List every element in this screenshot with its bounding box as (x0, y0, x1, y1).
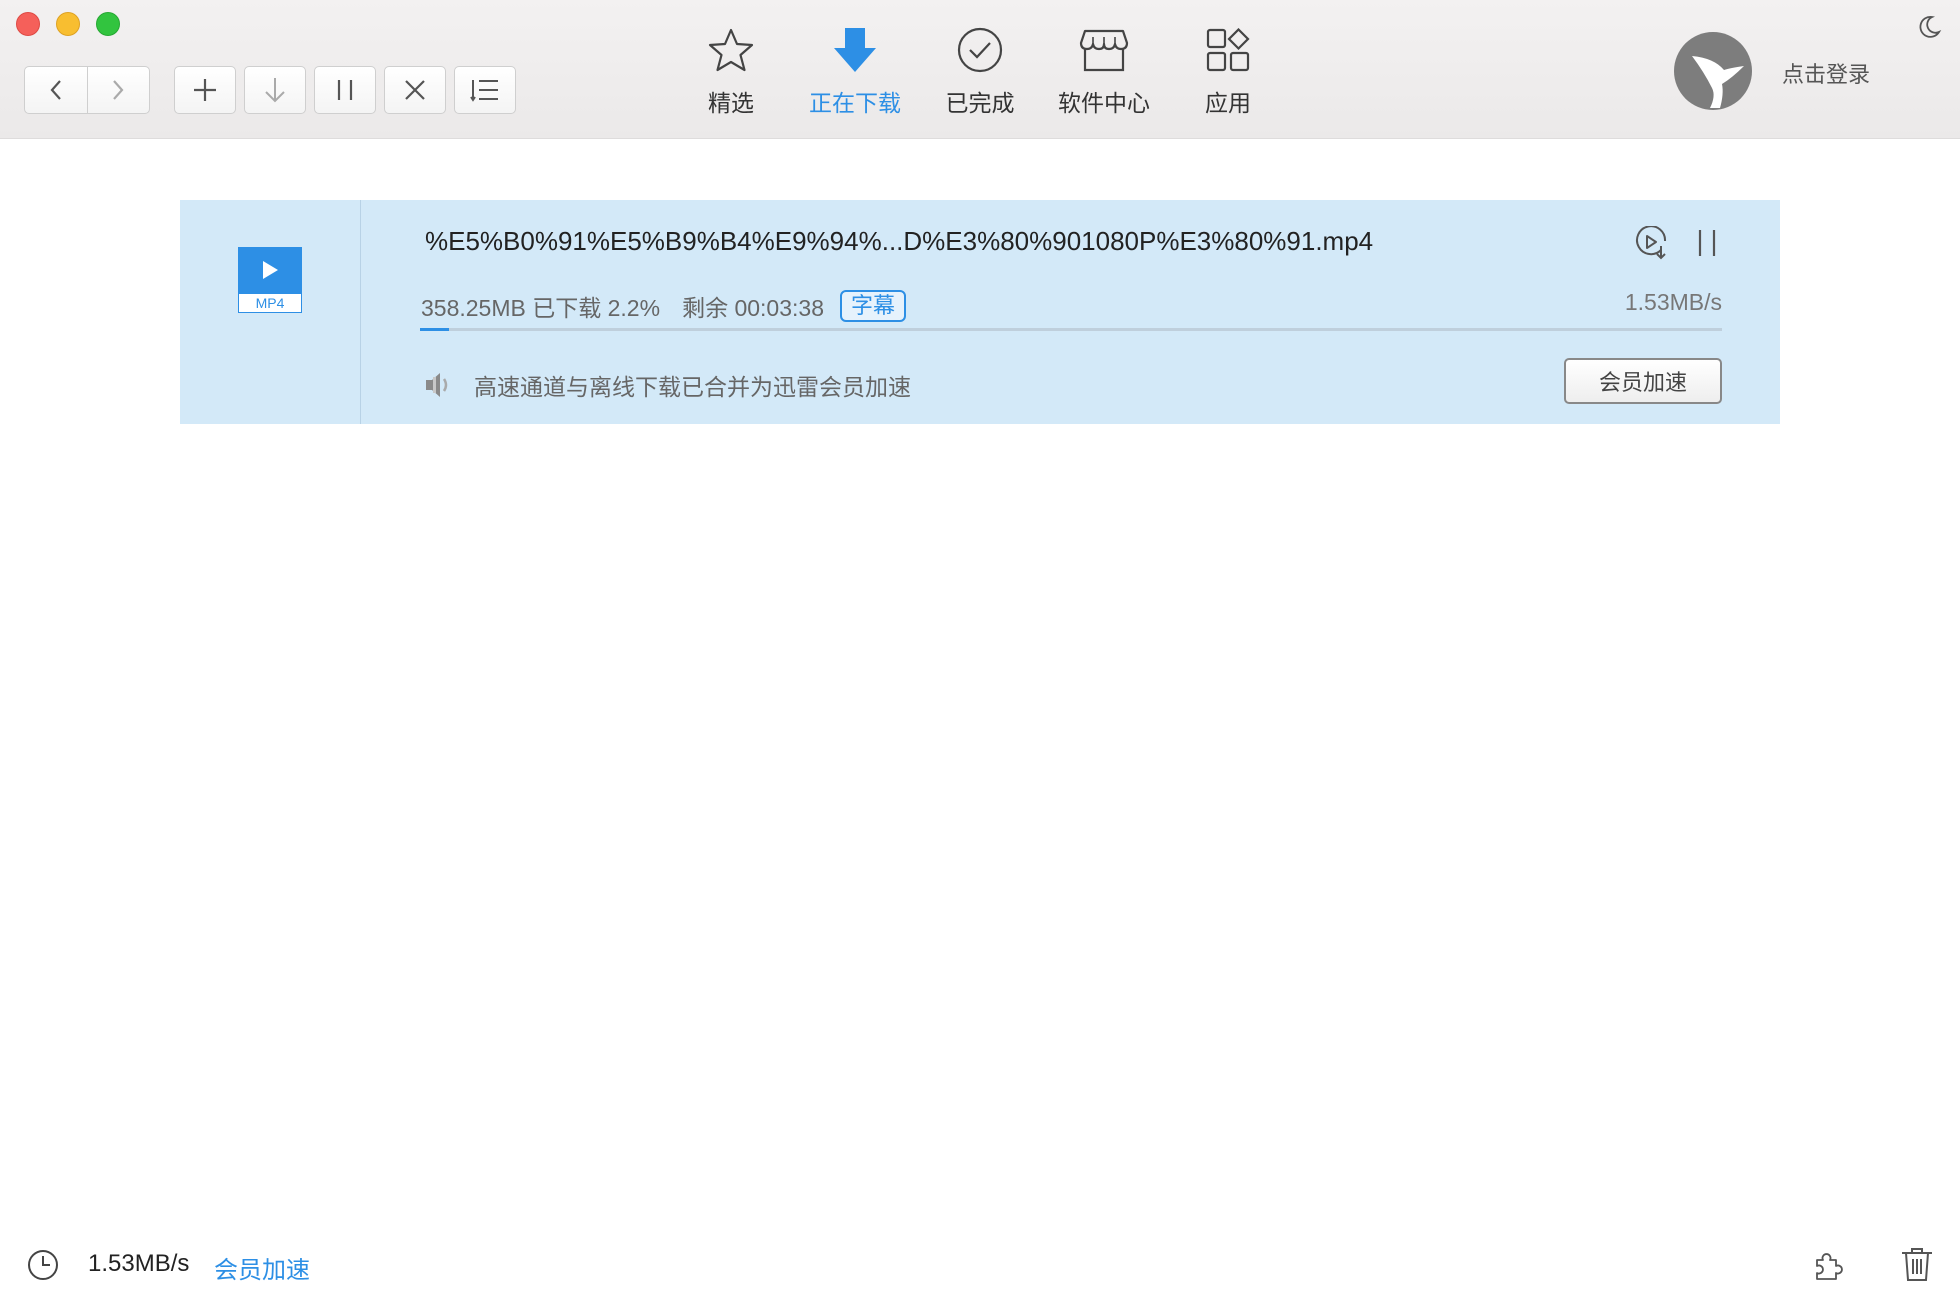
trash-button[interactable] (1900, 1246, 1934, 1287)
back-button[interactable] (25, 67, 87, 113)
tab-featured[interactable]: 精选 (676, 26, 786, 118)
toolbar: 精选 正在下载 已完成 软件中心 应用 点击登录 (0, 0, 1960, 139)
tab-apps-label: 应用 (1205, 90, 1251, 116)
file-type-column: MP4 (180, 200, 361, 424)
check-circle-icon (957, 27, 1003, 73)
arrow-down-icon (265, 78, 285, 103)
plugin-button[interactable] (1812, 1246, 1848, 1287)
status-bar: 1.53MB/s 会员加速 (0, 1226, 1960, 1300)
tab-completed[interactable]: 已完成 (925, 26, 1035, 118)
tab-software-center-label: 软件中心 (1058, 90, 1150, 116)
remaining-time: 剩余 00:03:38 (682, 295, 824, 321)
progress-bar-fill (420, 328, 449, 331)
task-actions (1634, 226, 1718, 260)
subtitle-tag[interactable]: 字幕 (839, 290, 906, 322)
delete-button[interactable] (384, 66, 446, 114)
apps-grid-icon (1206, 28, 1250, 72)
new-task-button[interactable] (174, 66, 236, 114)
star-icon (708, 28, 754, 72)
speaker-icon (426, 373, 448, 397)
download-speed: 1.53MB/s (1624, 289, 1722, 315)
store-icon (1079, 29, 1129, 72)
tab-featured-label: 精选 (708, 90, 754, 116)
status-speed: 1.53MB/s (88, 1250, 190, 1277)
window-close-button[interactable] (16, 12, 40, 36)
puzzle-icon (1816, 1253, 1843, 1280)
chevron-right-icon (113, 80, 124, 100)
close-x-icon (405, 80, 425, 100)
trash-icon (1902, 1248, 1932, 1281)
sort-list-button[interactable] (454, 66, 516, 114)
download-task-row[interactable]: MP4 %E5%B0%91%E5%B9%B4%E9%94%...D%E3%80%… (180, 200, 1780, 424)
chevron-left-icon (50, 80, 61, 100)
download-arrow-icon (834, 28, 876, 72)
dark-mode-toggle[interactable] (1916, 14, 1942, 45)
pause-icon (337, 80, 353, 100)
tab-downloading-label: 正在下载 (809, 90, 901, 116)
play-icon (263, 261, 278, 279)
status-vip-link[interactable]: 会员加速 (214, 1250, 310, 1285)
mp4-file-icon: MP4 (238, 247, 302, 313)
progress-bar (420, 328, 1722, 331)
file-name: %E5%B0%91%E5%B9%B4%E9%94%...D%E3%80%9010… (425, 226, 1374, 256)
pause-button[interactable] (314, 66, 376, 114)
task-meta: 358.25MB 已下载 2.2% 剩余 00:03:38 字幕 (421, 289, 906, 323)
pause-task-icon[interactable] (1696, 228, 1718, 258)
history-nav (24, 66, 150, 114)
login-link[interactable]: 点击登录 (1782, 57, 1870, 89)
accelerate-notice: 高速通道与离线下载已合并为迅雷会员加速 (424, 368, 911, 402)
tab-software-center[interactable]: 软件中心 (1049, 26, 1159, 118)
bird-logo-icon (1692, 56, 1744, 108)
start-download-button[interactable] (244, 66, 306, 114)
tab-apps[interactable]: 应用 (1173, 26, 1283, 118)
window-minimize-button[interactable] (56, 12, 80, 36)
play-while-download-icon[interactable] (1634, 226, 1668, 260)
plus-icon (194, 79, 216, 101)
speed-limit-button[interactable] (26, 1248, 60, 1287)
tab-completed-label: 已完成 (945, 90, 1015, 116)
tab-downloading[interactable]: 正在下载 (800, 26, 910, 118)
window-zoom-button[interactable] (96, 12, 120, 36)
forward-button[interactable] (86, 67, 150, 113)
notice-text: 高速通道与离线下载已合并为迅雷会员加速 (474, 374, 911, 400)
sort-list-icon (470, 80, 498, 102)
vip-accelerate-button[interactable]: 会员加速 (1564, 358, 1722, 404)
size-progress-text: 358.25MB 已下载 2.2% (421, 295, 661, 321)
avatar[interactable] (1674, 32, 1752, 110)
file-ext-label: MP4 (238, 293, 302, 313)
moon-icon (1919, 16, 1942, 38)
clock-icon (28, 1250, 58, 1280)
